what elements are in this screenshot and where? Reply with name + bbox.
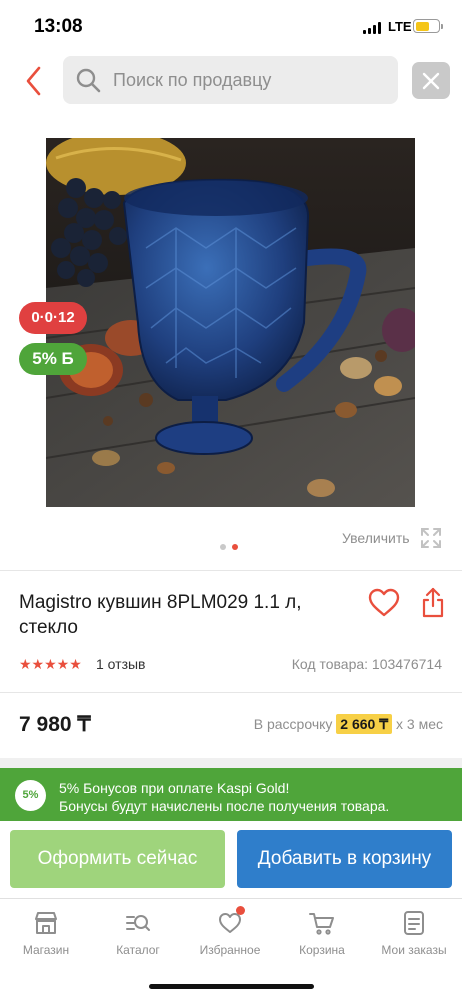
signal-icon — [363, 22, 383, 34]
installment-badge: 0·0·12 — [19, 302, 87, 334]
product-title: Magistro кувшин 8PLM029 1.1 л, стекло — [19, 592, 302, 638]
installment-info[interactable]: В рассрочку 2 660 ₸ х 3 мес — [253, 714, 443, 734]
shop-icon — [35, 912, 57, 934]
product-image[interactable] — [46, 138, 415, 507]
status-bar: 13:08 LTE — [0, 0, 462, 52]
network-label: LTE — [388, 19, 412, 34]
nav-item-catalog[interactable]: Каталог — [92, 899, 184, 969]
installment-prefix: В рассрочку — [253, 716, 333, 732]
bonus-subtitle: Бонусы будут начислены после получения т… — [59, 798, 390, 814]
nav-label: Избранное — [199, 943, 261, 957]
bonus-title: 5% Бонусов при оплате Kaspi Gold! — [59, 780, 290, 796]
expand-icon[interactable] — [420, 527, 442, 549]
nav-item-favorites[interactable]: Избранное — [184, 899, 276, 969]
catalog-icon — [126, 915, 150, 931]
status-time: 13:08 — [34, 16, 83, 37]
search-input[interactable]: Поиск по продавцу — [63, 56, 398, 104]
section-separator — [0, 758, 462, 768]
installment-suffix: х 3 мес — [396, 716, 443, 732]
divider — [0, 570, 462, 571]
page-dot[interactable] — [220, 544, 226, 550]
add-to-cart-button[interactable]: Добавить в корзину — [237, 830, 452, 888]
chevron-left-icon — [26, 66, 41, 96]
bonus-badge: 5% Б — [19, 343, 87, 375]
nav-label: Корзина — [299, 943, 345, 957]
nav-item-orders[interactable]: Мои заказы — [368, 899, 460, 969]
zoom-label[interactable]: Увеличить — [342, 530, 410, 546]
divider — [0, 692, 462, 693]
cart-icon — [309, 913, 334, 935]
battery-level — [415, 21, 429, 31]
product-price: 7 980 ₸ — [19, 713, 91, 736]
nav-item-shop[interactable]: Магазин — [0, 899, 92, 969]
reviews-link[interactable]: 1 отзыв — [96, 656, 146, 672]
close-icon — [422, 72, 440, 90]
product-code: Код товара: 103476714 — [291, 656, 442, 672]
nav-label: Каталог — [116, 943, 160, 957]
nav-label: Мои заказы — [381, 943, 447, 957]
share-button[interactable] — [421, 586, 445, 618]
search-placeholder: Поиск по продавцу — [113, 70, 272, 90]
nav-item-cart[interactable]: Корзина — [276, 899, 368, 969]
nav-label: Магазин — [22, 943, 70, 957]
pitcher-photo — [46, 138, 415, 507]
orders-icon — [404, 911, 424, 935]
rating-stars: ★★★★★ — [19, 656, 82, 672]
page-dot-active[interactable] — [232, 544, 238, 550]
back-button[interactable] — [20, 64, 50, 98]
home-indicator[interactable] — [149, 984, 314, 989]
bonus-banner[interactable]: 5% 5% Бонусов при оплате Kaspi Gold! Бон… — [0, 768, 462, 821]
installment-amount: 2 660 ₸ — [336, 714, 393, 734]
favorite-button[interactable] — [367, 588, 401, 618]
clear-button[interactable] — [412, 62, 450, 99]
bonus-percent-badge: 5% — [15, 780, 46, 811]
checkout-now-button[interactable]: Оформить сейчас — [10, 830, 225, 888]
battery-icon — [413, 19, 443, 33]
search-icon — [76, 68, 101, 93]
notification-dot — [236, 906, 245, 915]
heart-icon — [368, 588, 400, 617]
share-icon — [422, 587, 444, 618]
